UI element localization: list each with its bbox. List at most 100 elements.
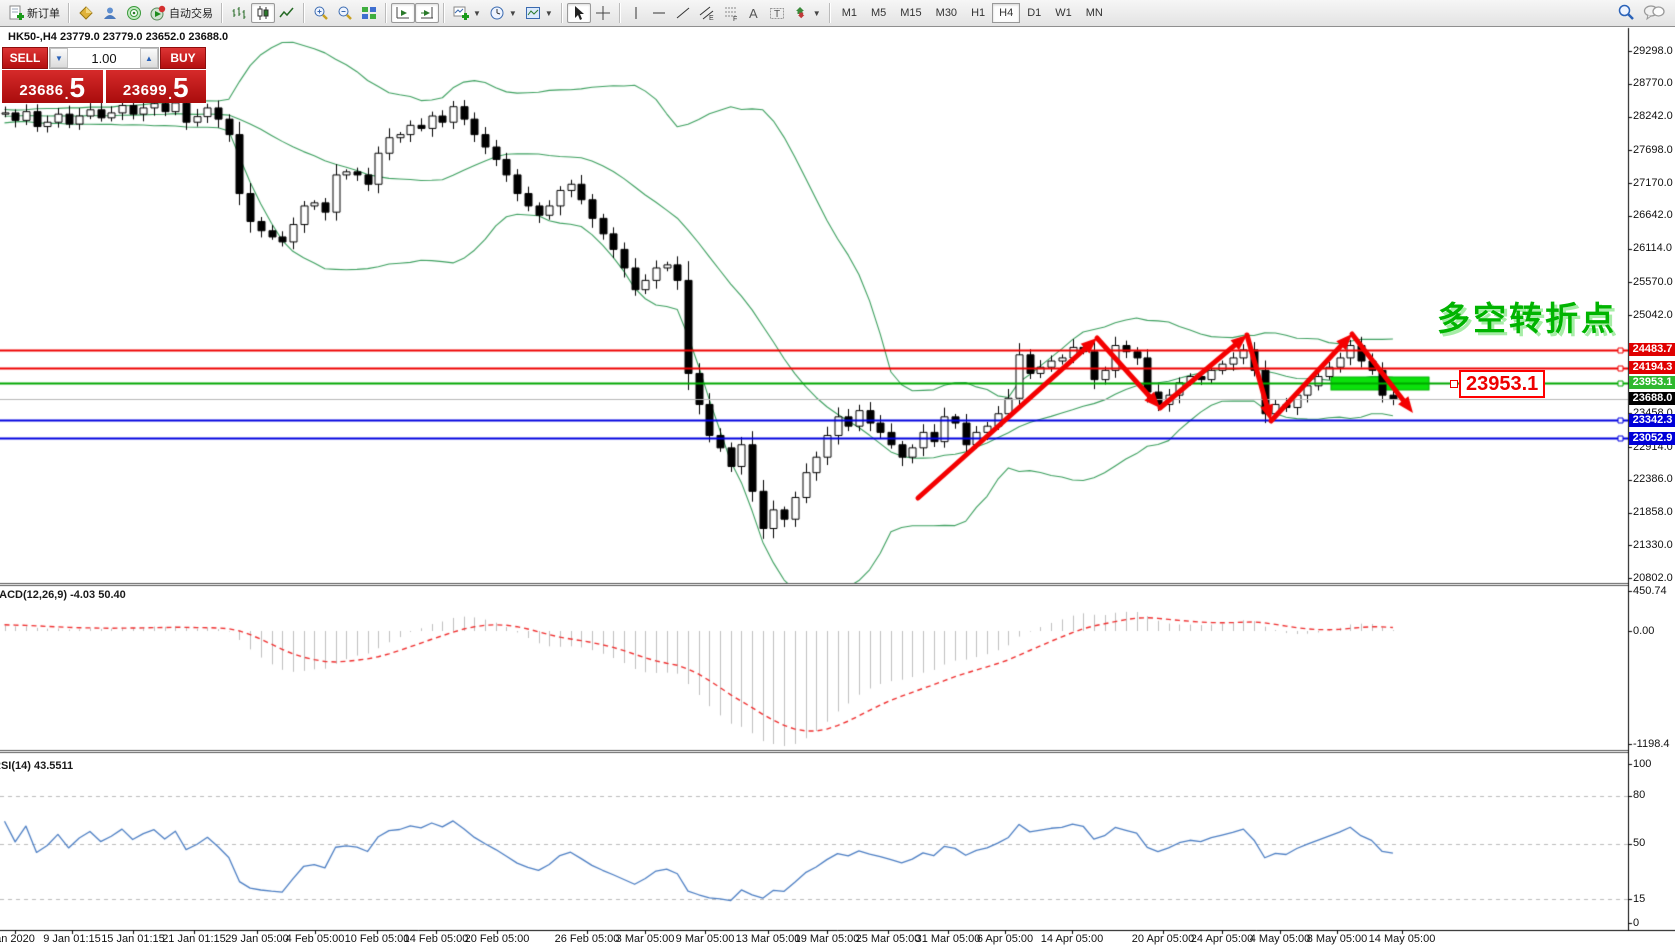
time-axis-label: 9 Mar 05:00 xyxy=(676,933,735,945)
price-axis-label: 28770.0 xyxy=(1633,77,1673,89)
channel-icon: E xyxy=(699,5,715,21)
time-axis-label: 20 Apr 05:00 xyxy=(1132,933,1194,945)
new-chart-button[interactable]: ▼ xyxy=(449,3,485,23)
time-axis-label: 25 Mar 05:00 xyxy=(856,933,921,945)
timeframe-m1[interactable]: M1 xyxy=(835,3,864,23)
templates-button[interactable]: ▼ xyxy=(521,3,557,23)
price-axis-label: 26642.0 xyxy=(1633,209,1673,221)
sell-price-point: . xyxy=(65,86,69,102)
tile-windows-button[interactable] xyxy=(357,3,381,23)
chat-icon[interactable] xyxy=(1643,3,1665,24)
rsi-axis-label: 0 xyxy=(1633,917,1639,929)
macd-axis-label: 0.00 xyxy=(1633,625,1654,637)
time-axis-label: 20 Feb 05:00 xyxy=(465,933,530,945)
buy-price-point: . xyxy=(168,86,172,102)
chart-candles-button[interactable] xyxy=(251,3,275,23)
price-axis-label: 28242.0 xyxy=(1633,110,1673,122)
timeframe-group: M1M5M15M30H1H4D1W1MN xyxy=(835,3,1110,23)
horizontal-line-button[interactable] xyxy=(647,3,671,23)
autotrade-button[interactable]: 自动交易 xyxy=(146,3,217,23)
price-tag: 23688.0 xyxy=(1629,392,1675,405)
timeframe-m15[interactable]: M15 xyxy=(893,3,928,23)
level-price-box: 23953.1 xyxy=(1459,370,1545,398)
turning-point-annotation: 多空转折点 xyxy=(1437,292,1617,340)
text-button[interactable]: A xyxy=(743,3,765,23)
arrows-button[interactable]: ▼ xyxy=(789,3,825,23)
time-axis-label: 14 May 05:00 xyxy=(1369,933,1436,945)
channel-button[interactable]: E xyxy=(695,3,719,23)
toolbar-separator xyxy=(443,3,445,23)
community-button[interactable] xyxy=(98,3,122,23)
toolbar-separator xyxy=(303,3,305,23)
zoom-in-button[interactable] xyxy=(309,3,333,23)
new-chart-icon xyxy=(453,5,469,21)
one-click-trading-panel: SELL ▼ ▲ BUY 23686 . 5 23699 . 5 xyxy=(2,47,206,103)
chart-candles-icon xyxy=(255,5,271,21)
price-tag: 23342.3 xyxy=(1629,414,1675,427)
chart-line-button[interactable] xyxy=(275,3,299,23)
vertical-line-icon xyxy=(629,5,643,21)
buy-button[interactable]: BUY xyxy=(160,47,206,69)
auto-scroll-button[interactable] xyxy=(415,3,439,23)
chart-shift-button[interactable] xyxy=(391,3,415,23)
timeframe-mn[interactable]: MN xyxy=(1079,3,1110,23)
label-icon: T xyxy=(769,5,785,21)
price-tag: 23953.1 xyxy=(1629,376,1675,389)
timeframe-h1[interactable]: H1 xyxy=(964,3,992,23)
sell-price-fraction: 5 xyxy=(70,74,86,102)
label-button[interactable]: T xyxy=(765,3,789,23)
timeframe-m5[interactable]: M5 xyxy=(864,3,893,23)
chart-bars-icon xyxy=(231,5,247,21)
volume-decrease-button[interactable]: ▼ xyxy=(50,48,68,68)
time-axis-label: 3 Mar 05:00 xyxy=(616,933,675,945)
chevron-down-icon: ▼ xyxy=(813,9,821,18)
buy-price-main: 23699 xyxy=(123,79,167,102)
timeframe-h4[interactable]: H4 xyxy=(992,3,1020,23)
price-tag: 24483.7 xyxy=(1629,343,1675,356)
community-icon xyxy=(102,5,118,21)
price-axis-label: 27170.0 xyxy=(1633,177,1673,189)
timeframe-w1[interactable]: W1 xyxy=(1048,3,1079,23)
new-order-button[interactable]: 新订单 xyxy=(4,3,64,23)
trendline-icon xyxy=(675,5,691,21)
price-tag: 23052.9 xyxy=(1629,432,1675,445)
timeframe-m30[interactable]: M30 xyxy=(929,3,964,23)
metaeditor-button[interactable] xyxy=(74,3,98,23)
time-axis-label: 13 Mar 05:00 xyxy=(736,933,801,945)
time-axis-label: 14 Apr 05:00 xyxy=(1041,933,1103,945)
periods-button[interactable]: ▼ xyxy=(485,3,521,23)
timeframe-d1[interactable]: D1 xyxy=(1020,3,1048,23)
vertical-line-button[interactable] xyxy=(625,3,647,23)
time-axis-label: 24 Apr 05:00 xyxy=(1191,933,1253,945)
volume-input[interactable] xyxy=(68,48,140,68)
chart-bars-button[interactable] xyxy=(227,3,251,23)
time-axis-label: 4 May 05:00 xyxy=(1250,933,1311,945)
zoom-out-button[interactable] xyxy=(333,3,357,23)
arrows-icon xyxy=(793,5,809,21)
tile-windows-icon xyxy=(361,5,377,21)
time-axis-label: 9 Jan 01:15 xyxy=(43,933,101,945)
symbol-header: HK50-,H4 23779.0 23779.0 23652.0 23688.0 xyxy=(8,31,228,43)
volume-increase-button[interactable]: ▲ xyxy=(140,48,158,68)
macd-axis-label: -1198.4 xyxy=(1633,738,1670,750)
trendline-button[interactable] xyxy=(671,3,695,23)
sell-button[interactable]: SELL xyxy=(2,47,48,69)
rsi-axis-label: 80 xyxy=(1633,789,1645,801)
sell-price[interactable]: 23686 . 5 xyxy=(2,70,103,103)
cursor-button[interactable] xyxy=(567,3,591,23)
buy-price[interactable]: 23699 . 5 xyxy=(106,70,207,103)
rsi-axis-label: 50 xyxy=(1633,837,1645,849)
price-axis-label: 20802.0 xyxy=(1633,572,1673,584)
fibonacci-button[interactable]: F xyxy=(719,3,743,23)
chart-canvas[interactable] xyxy=(0,0,1675,950)
chevron-down-icon: ▼ xyxy=(473,9,481,18)
crosshair-button[interactable] xyxy=(591,3,615,23)
new-order-icon xyxy=(8,5,24,21)
rsi-axis-label: 15 xyxy=(1633,893,1645,905)
signals-button[interactable] xyxy=(122,3,146,23)
search-icon[interactable] xyxy=(1617,3,1635,24)
svg-text:T: T xyxy=(774,9,780,20)
toolbar-separator xyxy=(221,3,223,23)
time-axis-label: 19 Mar 05:00 xyxy=(795,933,860,945)
toolbar-separator xyxy=(68,3,70,23)
